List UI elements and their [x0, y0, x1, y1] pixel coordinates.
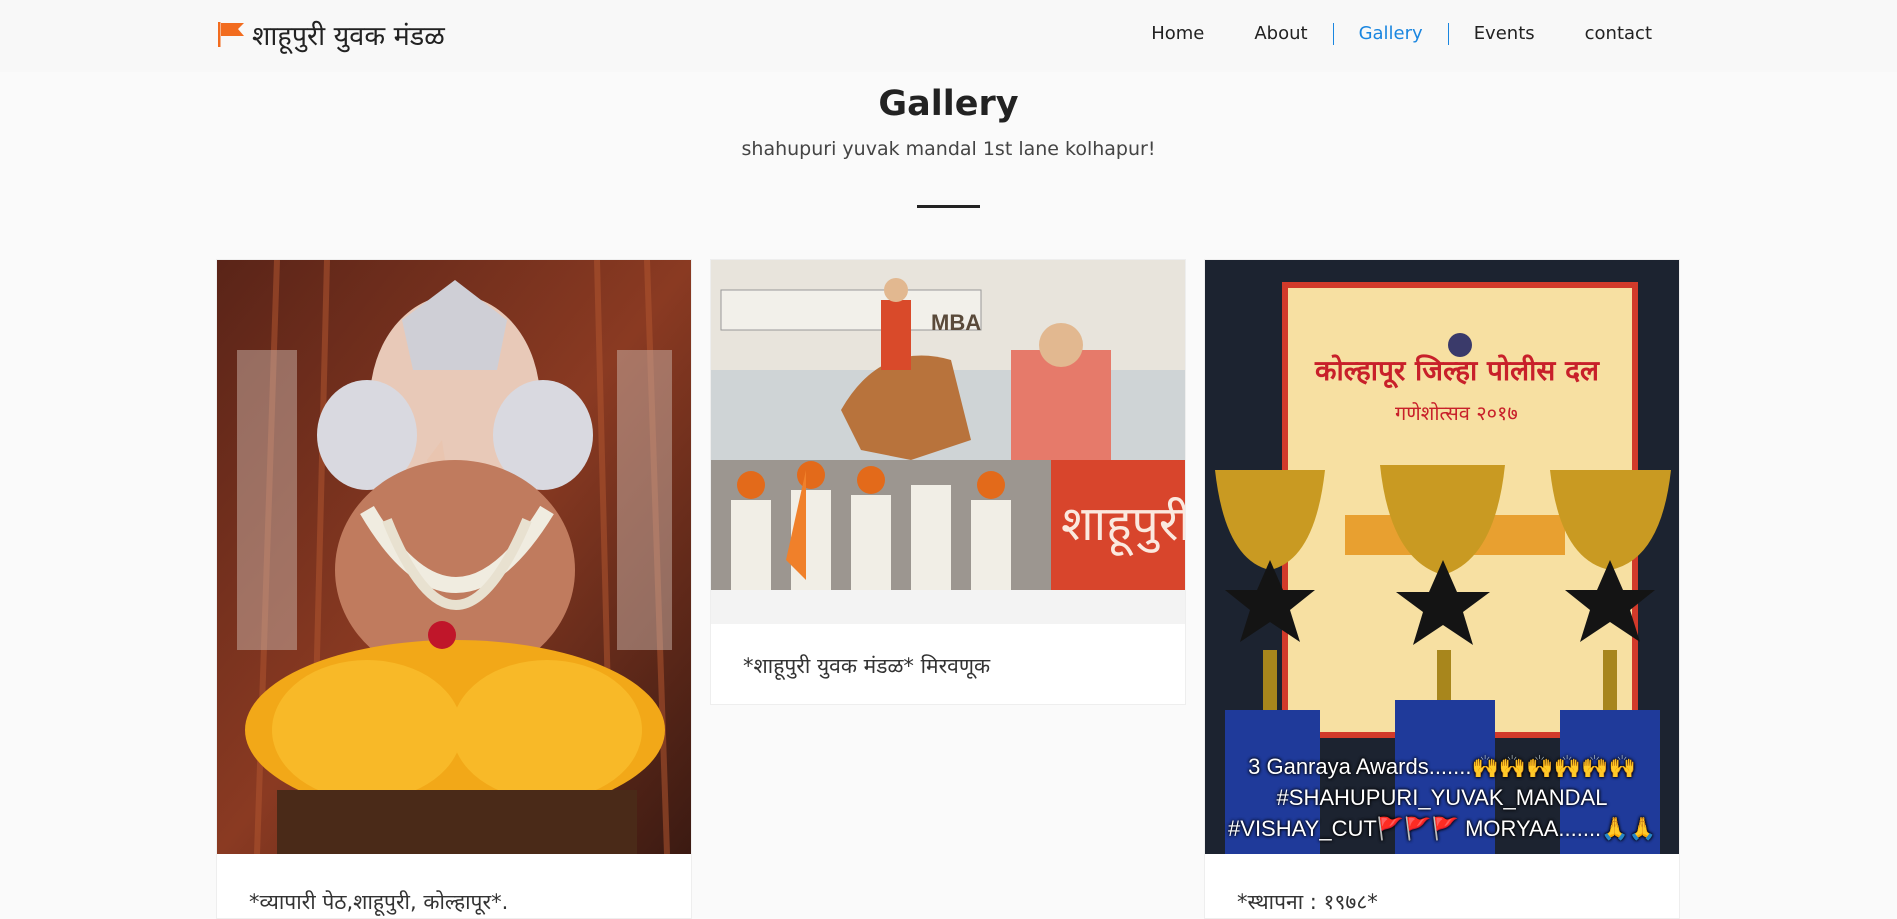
banner-text: MBA: [931, 310, 981, 335]
procession-photo[interactable]: MBA शाहूपुरी: [711, 260, 1185, 624]
overlay-line-2: #SHAHUPURI_YUVAK_MANDAL: [1276, 785, 1608, 810]
heading-divider: [917, 205, 980, 208]
certificate-title: कोल्हापूर जिल्हा पोलीस दल: [1314, 354, 1600, 389]
main-nav: Home About Gallery Events contact: [1126, 18, 1677, 50]
gallery-card[interactable]: MBA शाहूपुरी *शाहूपुरी युवक मंडळ* मिरवणू…: [710, 259, 1186, 705]
nav-events[interactable]: Events: [1449, 18, 1560, 50]
page-title: Gallery: [878, 84, 1019, 124]
overlay-line-3: #VISHAY_CUT🚩🚩🚩 MORYAA.......🙏🙏: [1228, 816, 1656, 841]
nav-home[interactable]: Home: [1126, 18, 1229, 50]
nav-gallery[interactable]: Gallery: [1332, 23, 1449, 45]
flag-icon: [218, 22, 244, 47]
navbar: शाहूपुरी युवक मंडळ Home About Gallery Ev…: [0, 0, 1897, 72]
card-caption: *शाहूपुरी युवक मंडळ* मिरवणूक: [743, 654, 991, 678]
brand-logo-link[interactable]: शाहूपुरी युवक मंडळ: [216, 14, 445, 54]
trophies-photo[interactable]: कोल्हापूर जिल्हा पोलीस दल गणेशोत्सव २०१७: [1205, 260, 1679, 854]
svg-text:शाहूपुरी: शाहूपुरी: [1061, 496, 1185, 557]
gallery-card[interactable]: कोल्हापूर जिल्हा पोलीस दल गणेशोत्सव २०१७: [1204, 259, 1680, 919]
gallery-heading: Gallery shahupuri yuvak mandal 1st lane …: [0, 84, 1897, 160]
gallery-card[interactable]: *व्यापारी पेठ,शाहूपुरी, कोल्हापूर*.: [216, 259, 692, 919]
nav-contact[interactable]: contact: [1560, 18, 1677, 50]
ganesh-idol-photo[interactable]: [217, 260, 691, 854]
certificate-subtitle: गणेशोत्सव २०१७: [1395, 401, 1518, 425]
card-caption: *स्थापना : १९७८*: [1237, 890, 1378, 914]
nav-about[interactable]: About: [1229, 18, 1332, 50]
brand-title: शाहूपुरी युवक मंडळ: [252, 20, 445, 52]
card-caption: *व्यापारी पेठ,शाहूपुरी, कोल्हापूर*.: [249, 890, 509, 914]
page-subtitle: shahupuri yuvak mandal 1st lane kolhapur…: [741, 138, 1156, 160]
overlay-line-1: 3 Ganraya Awards.......🙌🙌🙌🙌🙌🙌: [1248, 754, 1636, 779]
